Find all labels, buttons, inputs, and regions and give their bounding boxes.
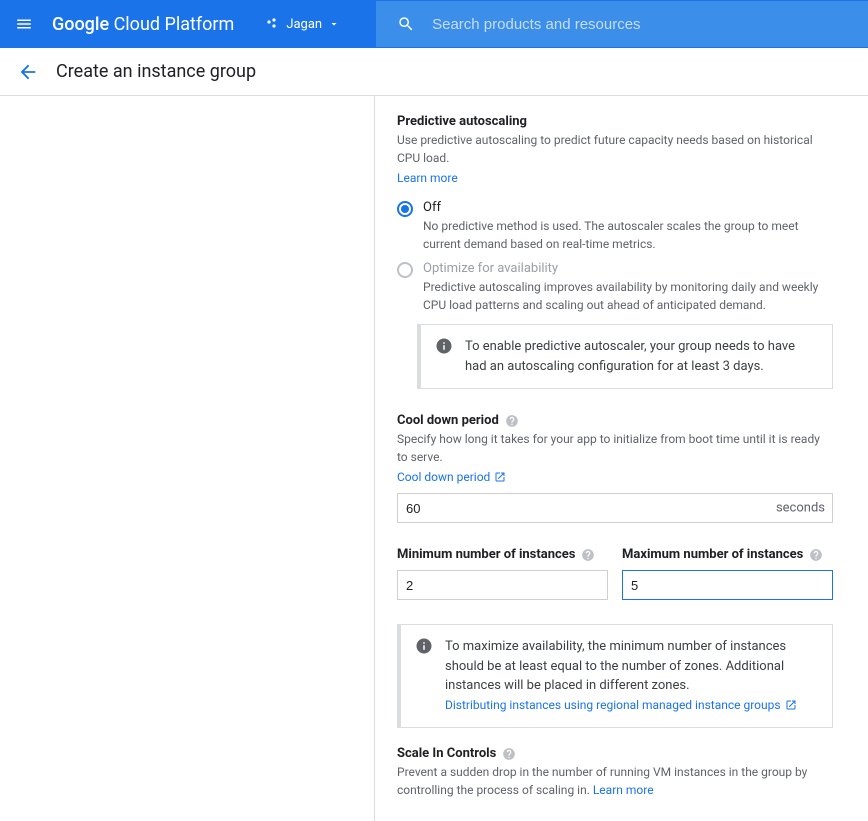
external-link-icon (494, 471, 506, 483)
distributing-instances-link[interactable]: Distributing instances using regional ma… (445, 696, 797, 714)
gcp-logo: Google Cloud Platform (52, 14, 234, 35)
min-instances-label: Minimum number of instances (397, 547, 575, 562)
project-name: Jagan (286, 17, 322, 32)
hamburger-menu-button[interactable] (0, 0, 48, 48)
cooldown-desc: Specify how long it takes for your app t… (397, 430, 833, 466)
search-button[interactable] (388, 15, 424, 33)
content-wrapper: Predictive autoscaling Use predictive au… (0, 96, 868, 821)
help-icon[interactable] (809, 548, 823, 562)
predictive-info-text: To enable predictive autoscaler, your gr… (465, 337, 818, 376)
page-title: Create an instance group (56, 61, 256, 82)
radio-off-desc: No predictive method is used. The autosc… (423, 217, 833, 253)
predictive-learn-more-link[interactable]: Learn more (397, 171, 458, 185)
left-panel (0, 96, 375, 821)
availability-info-box: To maximize availability, the minimum nu… (397, 624, 833, 728)
max-instances-label: Maximum number of instances (622, 547, 803, 562)
help-icon[interactable] (502, 747, 516, 761)
radio-off-label: Off (423, 200, 833, 215)
help-icon[interactable] (505, 414, 519, 428)
scalein-label: Scale In Controls (397, 746, 496, 761)
scalein-learn-more-link[interactable]: Learn more (593, 783, 654, 797)
dropdown-icon (328, 18, 340, 30)
search-container (376, 1, 868, 47)
predictive-heading: Predictive autoscaling (397, 114, 833, 129)
min-instances-input[interactable] (397, 570, 608, 600)
cooldown-input[interactable] (397, 493, 833, 523)
radio-off[interactable]: Off No predictive method is used. The au… (397, 200, 833, 253)
availability-info-text: To maximize availability, the minimum nu… (445, 639, 786, 693)
back-button[interactable] (16, 60, 40, 84)
min-instances-col: Minimum number of instances (397, 547, 608, 600)
radio-optimize-button (397, 262, 413, 278)
predictive-autoscaling-section: Predictive autoscaling Use predictive au… (397, 114, 833, 389)
radio-optimize-desc: Predictive autoscaling improves availabi… (423, 278, 833, 314)
radio-optimize-label: Optimize for availability (423, 261, 833, 276)
form-area: Predictive autoscaling Use predictive au… (375, 96, 855, 821)
help-icon[interactable] (581, 548, 595, 562)
radio-optimize: Optimize for availability Predictive aut… (397, 261, 833, 314)
project-dots-icon (266, 17, 280, 31)
scalein-section: Scale In Controls Prevent a sudden drop … (397, 746, 833, 799)
back-arrow-icon (17, 61, 39, 83)
external-link-icon (785, 699, 797, 711)
menu-icon (15, 15, 33, 33)
top-bar: Google Cloud Platform Jagan (0, 0, 868, 48)
project-selector[interactable]: Jagan (258, 13, 348, 36)
predictive-info-box: To enable predictive autoscaler, your gr… (417, 324, 833, 389)
cooldown-suffix: seconds (776, 501, 825, 516)
info-icon (435, 337, 453, 376)
cooldown-link[interactable]: Cool down period (397, 470, 506, 484)
instances-row: Minimum number of instances Maximum numb… (397, 547, 833, 600)
search-input[interactable] (424, 16, 856, 33)
search-icon (397, 15, 415, 33)
cooldown-section: Cool down period Specify how long it tak… (397, 413, 833, 523)
cooldown-label: Cool down period (397, 413, 499, 428)
predictive-radio-group: Off No predictive method is used. The au… (397, 200, 833, 314)
page-header: Create an instance group (0, 48, 868, 96)
info-icon (415, 637, 433, 715)
max-instances-input[interactable] (622, 570, 833, 600)
radio-off-button[interactable] (397, 201, 413, 217)
max-instances-col: Maximum number of instances (622, 547, 833, 600)
predictive-desc: Use predictive autoscaling to predict fu… (397, 131, 833, 167)
